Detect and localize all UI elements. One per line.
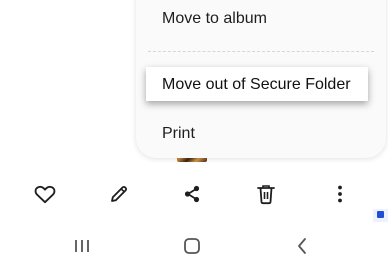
heart-icon (34, 185, 56, 204)
menu-item-print[interactable]: Print (162, 125, 195, 143)
share-icon (184, 185, 200, 203)
system-navigation-bar (0, 232, 388, 264)
back-button[interactable] (286, 232, 318, 260)
edit-button[interactable] (103, 178, 135, 210)
recent-apps-button[interactable] (66, 232, 98, 260)
share-button[interactable] (176, 178, 208, 210)
secure-folder-badge (373, 209, 388, 222)
home-button[interactable] (176, 232, 208, 260)
trash-icon (257, 185, 275, 205)
menu-item-move-to-album[interactable]: Move to album (162, 10, 267, 28)
menu-item-move-out-of-secure-folder[interactable]: Move out of Secure Folder (146, 67, 368, 101)
home-icon (184, 238, 200, 254)
pencil-icon (111, 185, 128, 202)
more-options-button[interactable] (324, 178, 356, 210)
favorite-button[interactable] (29, 178, 61, 210)
lock-icon (377, 211, 384, 218)
menu-divider (148, 51, 374, 52)
back-icon (298, 238, 306, 254)
recent-apps-icon (75, 240, 89, 252)
bottom-action-bar (0, 178, 388, 210)
more-vertical-icon (338, 185, 342, 203)
delete-button[interactable] (250, 178, 282, 210)
menu-item-label: Move out of Secure Folder (162, 76, 351, 93)
